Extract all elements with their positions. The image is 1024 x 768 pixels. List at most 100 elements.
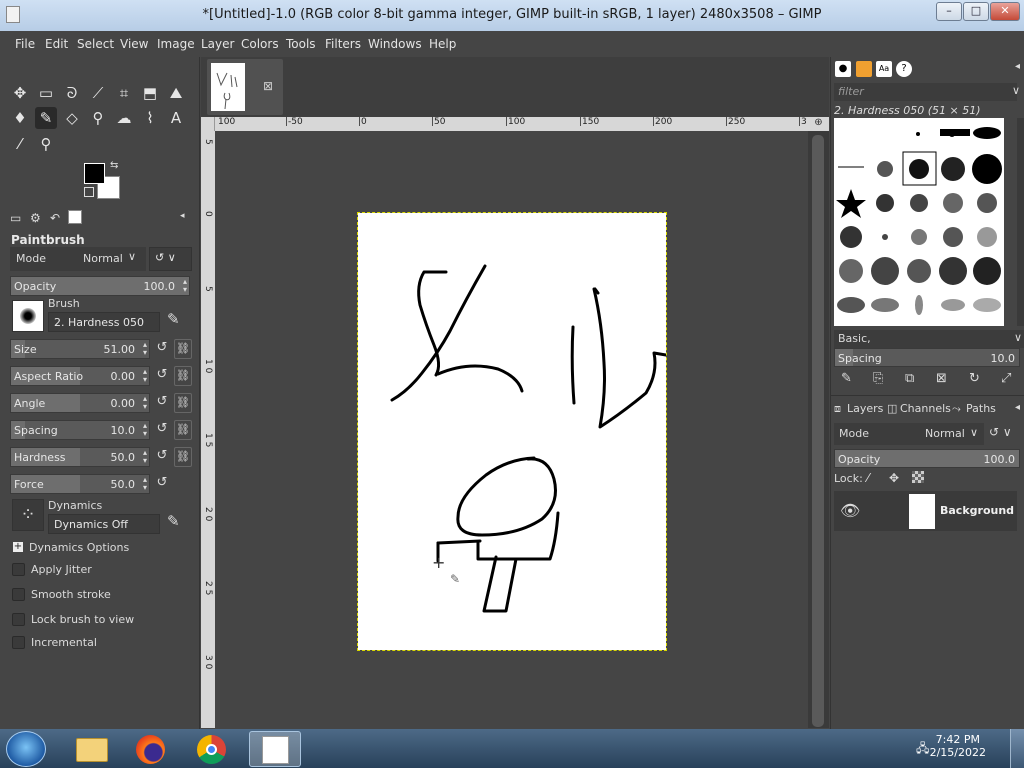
fuzzy-select-icon[interactable]: ⟋ — [87, 82, 109, 104]
eraser-icon[interactable]: ◇ — [61, 107, 83, 129]
minimize-button[interactable]: – — [936, 2, 962, 21]
menu-select[interactable]: Select — [77, 37, 114, 51]
menu-view[interactable]: View — [120, 37, 148, 51]
menu-edit[interactable]: Edit — [45, 37, 68, 51]
menu-help[interactable]: Help — [429, 37, 456, 51]
undo-history-tab-icon[interactable]: ↶ — [50, 211, 60, 225]
spacing-reset-icon[interactable]: ↺ — [154, 421, 170, 439]
crop-icon[interactable]: ⌗ — [113, 82, 135, 104]
brush-preset-combo[interactable]: Basic, ∨ — [834, 330, 1024, 348]
open-as-image-icon[interactable]: ⤢ — [1001, 371, 1011, 386]
menu-file[interactable]: File — [15, 37, 35, 51]
images-tab-icon[interactable] — [68, 210, 82, 224]
lock-pixels-icon[interactable]: ⁄ — [867, 471, 869, 485]
layer-opacity-slider[interactable]: Opacity 100.0 — [834, 449, 1020, 468]
rect-select-icon[interactable]: ▭ — [35, 82, 57, 104]
angle-link-icon[interactable]: ⛓ — [174, 393, 192, 413]
brush-grid[interactable] — [834, 118, 1004, 326]
layer-row[interactable]: 👁 Background — [834, 491, 1024, 531]
color-picker-icon[interactable]: ⁄ — [9, 133, 31, 155]
show-desktop-button[interactable] — [1010, 729, 1024, 768]
brush-filter-field[interactable]: filter ∨ — [834, 83, 1020, 101]
patterns-tab-icon[interactable] — [856, 61, 872, 77]
smudge-icon[interactable]: ☁ — [113, 107, 135, 129]
hardness-link-icon[interactable]: ⛓ — [174, 447, 192, 467]
lock-position-icon[interactable]: ✥ — [889, 471, 899, 485]
dynamics-options-expander[interactable]: Dynamics Options — [29, 541, 129, 554]
tab-layers[interactable]: Layers — [847, 402, 883, 415]
help-tab-icon[interactable]: ? — [896, 61, 912, 77]
clone-icon[interactable]: ⚲ — [87, 107, 109, 129]
warp-icon[interactable]: ⛰ — [165, 82, 187, 104]
duplicate-brush-icon[interactable]: ⧉ — [905, 371, 914, 386]
layer-mode-combo[interactable]: Mode Normal ∨ — [834, 423, 984, 445]
refresh-brushes-icon[interactable]: ↻ — [969, 371, 980, 386]
spacing-slider[interactable]: Spacing 10.0 ▴ ▾ — [10, 420, 150, 440]
text-tool-icon[interactable]: A — [165, 107, 187, 129]
layers-scrollbar[interactable] — [1017, 491, 1024, 721]
tab-menu-icon[interactable]: ◂ — [180, 211, 185, 221]
hardness-reset-icon[interactable]: ↺ — [154, 448, 170, 466]
spacing-link-icon[interactable]: ⛓ — [174, 420, 192, 440]
scrollbar-thumb[interactable] — [812, 135, 824, 727]
opacity-slider[interactable]: Opacity 100.0 ▴ ▾ — [10, 276, 190, 296]
delete-brush-icon[interactable]: ⊠ — [936, 371, 947, 386]
size-reset-icon[interactable]: ↺ — [154, 340, 170, 358]
expand-icon[interactable]: + — [13, 542, 23, 552]
vertical-scrollbar[interactable] — [808, 117, 829, 728]
transform-icon[interactable]: ⬒ — [139, 82, 161, 104]
edit-brush-icon[interactable]: ✎ — [167, 310, 180, 328]
ruler-corner[interactable] — [201, 117, 215, 131]
size-link-icon[interactable]: ⛓ — [174, 339, 192, 359]
force-reset-icon[interactable]: ↺ — [154, 475, 170, 493]
layer-mode-reset-icon[interactable]: ↺ ∨ — [989, 425, 1012, 439]
dock-menu-icon[interactable]: ◂ — [1015, 402, 1020, 413]
new-brush-icon[interactable]: ⎘ — [873, 371, 883, 386]
dock-menu-icon[interactable]: ◂ — [1015, 61, 1020, 72]
brush-preview[interactable] — [12, 300, 44, 332]
maximize-button[interactable]: □ — [963, 2, 989, 21]
eye-icon[interactable]: 👁 — [840, 501, 860, 520]
angle-slider[interactable]: Angle 0.00 ▴ ▾ — [10, 393, 150, 413]
lasso-icon[interactable]: ᘐ — [61, 82, 83, 104]
menu-filters[interactable]: Filters — [325, 37, 361, 51]
edit-brush-icon[interactable]: ✎ — [841, 371, 852, 386]
navigate-icon[interactable]: ⊕ — [808, 117, 829, 131]
aspect-link-icon[interactable]: ⛓ — [174, 366, 192, 386]
angle-reset-icon[interactable]: ↺ — [154, 394, 170, 412]
start-button[interactable] — [6, 731, 46, 767]
vertical-ruler[interactable]: 5 0 5 1 0 1 5 2 0 2 5 3 0 — [201, 131, 215, 728]
aspect-slider[interactable]: Aspect Ratio 0.00 ▴ ▾ — [10, 366, 150, 386]
incremental-checkbox[interactable] — [12, 636, 25, 649]
tool-options-tab-icon[interactable]: ▭ — [10, 211, 21, 225]
swap-colors-icon[interactable]: ⇆ — [110, 160, 118, 171]
mode-combo[interactable]: Mode Normal ∨ — [10, 247, 146, 271]
file-explorer-icon[interactable] — [66, 731, 118, 767]
close-tab-icon[interactable]: ⊠ — [263, 79, 273, 93]
size-slider[interactable]: Size 51.00 ▴ ▾ — [10, 339, 150, 359]
lock-brush-checkbox[interactable] — [12, 613, 25, 626]
menu-windows[interactable]: Windows — [368, 37, 422, 51]
hardness-slider[interactable]: Hardness 50.0 ▴ ▾ — [10, 447, 150, 467]
aspect-reset-icon[interactable]: ↺ — [154, 367, 170, 385]
dynamics-icon[interactable]: ⁘ — [12, 499, 44, 531]
image-canvas[interactable] — [357, 212, 667, 651]
device-status-tab-icon[interactable]: ⚙ — [30, 211, 41, 225]
smooth-stroke-checkbox[interactable] — [12, 588, 25, 601]
move-tool-icon[interactable]: ✥ — [9, 82, 31, 104]
tab-channels[interactable]: Channels — [900, 402, 951, 415]
zoom-icon[interactable]: ⚲ — [35, 133, 57, 155]
edit-dynamics-icon[interactable]: ✎ — [167, 512, 180, 530]
brush-grid-scrollbar[interactable] — [1017, 118, 1024, 326]
dynamics-field[interactable]: Dynamics Off — [48, 514, 160, 534]
layer-name[interactable]: Background — [940, 504, 1014, 517]
dock-spacing-slider[interactable]: Spacing 10.0 — [834, 348, 1020, 367]
brush-name-field[interactable]: 2. Hardness 050 — [48, 312, 160, 332]
menu-tools[interactable]: Tools — [286, 37, 316, 51]
clock[interactable]: 7:42 PM 2/15/2022 — [930, 733, 986, 759]
close-button[interactable]: ✕ — [990, 2, 1020, 21]
mode-reset-combo[interactable]: ↺ ∨ — [149, 247, 192, 271]
menu-image[interactable]: Image — [157, 37, 195, 51]
foreground-color-swatch[interactable] — [84, 163, 105, 184]
brushes-tab-icon[interactable]: ● — [835, 61, 851, 77]
